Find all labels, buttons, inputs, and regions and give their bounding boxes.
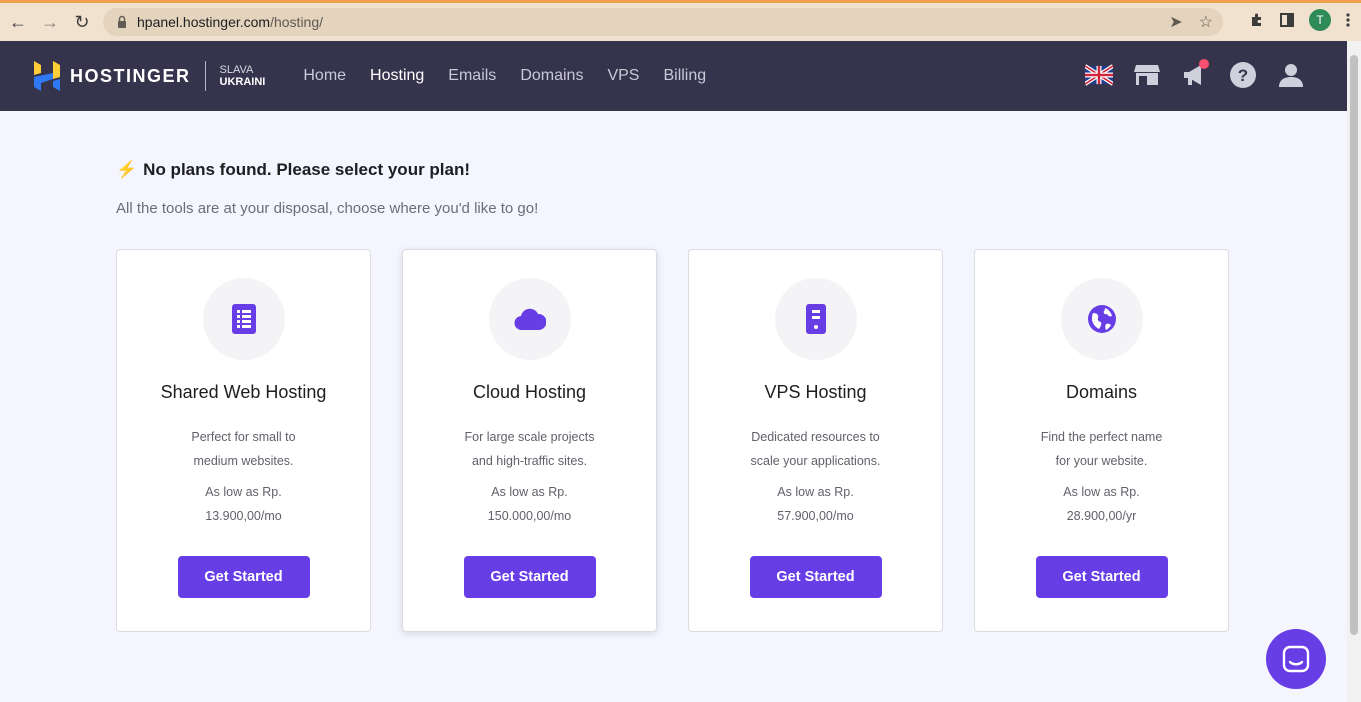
extensions-icon[interactable] — [1249, 12, 1265, 28]
card-title: Shared Web Hosting — [160, 382, 327, 402]
card-price-label: As low as Rp. — [205, 485, 282, 499]
card-desc-line2: and high-traffic sites. — [471, 454, 588, 468]
hostinger-logo-icon — [34, 61, 60, 91]
nav-domains[interactable]: Domains — [520, 67, 583, 85]
plan-card-shared-hosting: Shared Web Hosting Perfect for small to … — [116, 249, 371, 632]
back-icon[interactable]: ← — [2, 6, 34, 38]
uk-flag-icon[interactable] — [1085, 61, 1113, 89]
card-desc-line1: Dedicated resources to — [751, 430, 880, 444]
slava-line2: UKRAINI — [219, 76, 266, 88]
card-desc-line2: medium websites. — [193, 454, 294, 468]
page-headline: ⚡ No plans found. Please select your pla… — [116, 160, 470, 180]
card-price-value: 28.900,00/yr — [1066, 509, 1137, 523]
headline-text: No plans found. Please select your plan! — [143, 160, 471, 179]
card-description: For large scale projects and high-traffi… — [450, 425, 610, 473]
chat-icon — [1282, 645, 1310, 673]
star-icon[interactable]: ☆ — [1199, 12, 1213, 32]
card-title: VPS Hosting — [764, 382, 867, 402]
store-icon[interactable] — [1133, 61, 1161, 89]
help-icon[interactable]: ? — [1229, 61, 1257, 89]
card-price: As low as Rp. 57.900,00/mo — [777, 480, 853, 528]
logo-text: HOSTINGER — [70, 65, 191, 86]
card-price: As low as Rp. 28.900,00/yr — [1063, 480, 1139, 528]
card-description: Find the perfect name for your website. — [1022, 425, 1182, 473]
page-subtitle: All the tools are at your disposal, choo… — [116, 200, 539, 217]
user-account-icon[interactable] — [1277, 61, 1305, 89]
card-price-label: As low as Rp. — [777, 485, 854, 499]
card-price-value: 150.000,00/mo — [487, 509, 572, 523]
get-started-button[interactable]: Get Started — [177, 556, 310, 598]
card-price: As low as Rp. 150.000,00/mo — [488, 480, 571, 528]
nav-vps[interactable]: VPS — [607, 67, 639, 85]
side-panel-icon[interactable] — [1279, 12, 1295, 28]
card-price-value: 57.900,00/mo — [777, 509, 854, 523]
svg-text:?: ? — [1238, 66, 1248, 85]
profile-avatar[interactable]: T — [1309, 9, 1331, 31]
card-title: Domains — [1065, 382, 1138, 402]
address-bar[interactable]: hpanel.hostinger.com/hosting/ ➤ ☆ — [103, 8, 1223, 36]
lock-icon — [118, 15, 126, 28]
nav-billing[interactable]: Billing — [663, 67, 706, 85]
card-desc-line1: For large scale projects — [464, 430, 595, 444]
plan-card-vps-hosting: VPS Hosting Dedicated resources to scale… — [688, 249, 943, 632]
card-description: Dedicated resources to scale your applic… — [736, 425, 896, 473]
server-icon — [774, 278, 857, 360]
forward-icon[interactable]: → — [34, 6, 66, 38]
notification-dot — [1199, 59, 1209, 69]
card-desc-line2: for your website. — [1055, 454, 1148, 468]
announcements-icon[interactable] — [1181, 59, 1209, 89]
plan-card-domains: Domains Find the perfect name for your w… — [974, 249, 1229, 632]
get-started-button[interactable]: Get Started — [749, 556, 882, 598]
main-nav: Home Hosting Emails Domains VPS Billing — [303, 67, 706, 85]
url-host: hpanel.hostinger.com — [137, 14, 271, 30]
slava-line1: SLAVA — [219, 64, 254, 76]
lightning-icon: ⚡ — [116, 160, 138, 179]
share-icon[interactable]: ➤ — [1169, 12, 1182, 32]
menu-kebab-icon[interactable] — [1345, 12, 1351, 28]
card-price-label: As low as Rp. — [1063, 485, 1140, 499]
get-started-button[interactable]: Get Started — [1035, 556, 1168, 598]
scrollbar-thumb[interactable] — [1350, 55, 1358, 635]
browser-toolbar: ← → ↻ hpanel.hostinger.com/hosting/ ➤ ☆ … — [0, 0, 1361, 41]
nav-hosting[interactable]: Hosting — [370, 67, 424, 85]
get-started-button[interactable]: Get Started — [463, 556, 596, 598]
plan-card-cloud-hosting: Cloud Hosting For large scale projects a… — [402, 249, 657, 632]
logo-divider — [204, 61, 206, 91]
cloud-icon — [488, 278, 571, 360]
app-header: HOSTINGER SLAVA UKRAINI Home Hosting Ema… — [0, 41, 1347, 111]
card-desc-line1: Perfect for small to — [191, 430, 296, 444]
slava-ukraini-badge: SLAVA UKRAINI — [220, 64, 266, 88]
nav-home[interactable]: Home — [303, 67, 346, 85]
hostinger-logo[interactable]: HOSTINGER SLAVA UKRAINI — [34, 61, 265, 91]
plan-cards: Shared Web Hosting Perfect for small to … — [116, 249, 1229, 632]
card-desc-line2: scale your applications. — [750, 454, 881, 468]
page-scrollbar[interactable] — [1347, 41, 1361, 702]
chat-support-button[interactable] — [1266, 629, 1326, 689]
card-price-value: 13.900,00/mo — [205, 509, 282, 523]
list-icon — [202, 278, 285, 360]
reload-icon[interactable]: ↻ — [66, 6, 98, 38]
card-price-label: As low as Rp. — [491, 485, 568, 499]
url-path: /hosting/ — [270, 14, 324, 30]
card-title: Cloud Hosting — [472, 382, 587, 402]
card-description: Perfect for small to medium websites. — [164, 425, 324, 473]
card-price: As low as Rp. 13.900,00/mo — [205, 480, 281, 528]
nav-emails[interactable]: Emails — [448, 67, 496, 85]
globe-icon — [1060, 278, 1143, 360]
card-desc-line1: Find the perfect name — [1040, 430, 1163, 444]
